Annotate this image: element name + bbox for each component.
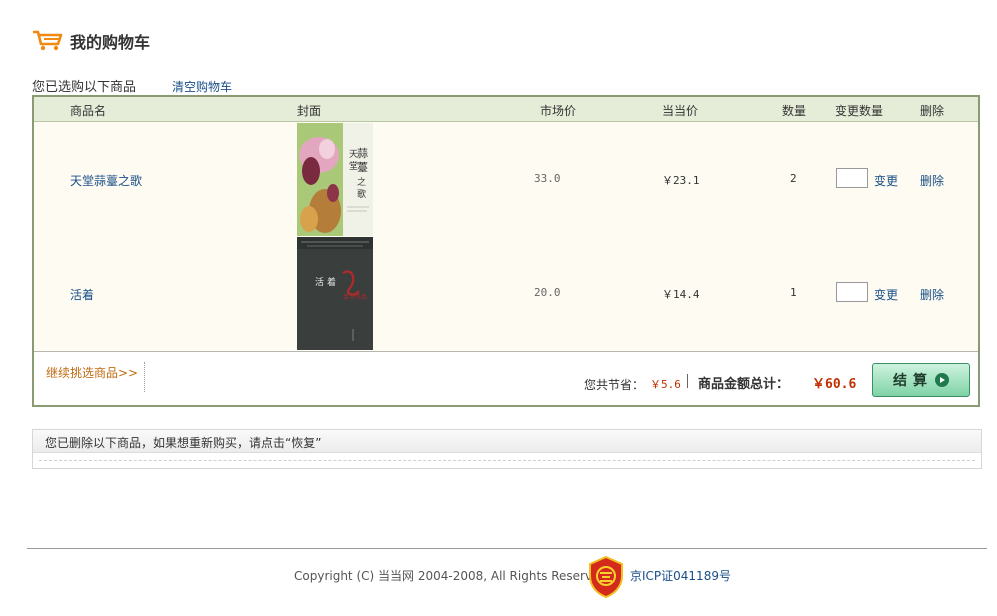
svg-text:余华作品: 余华作品 [343, 293, 367, 301]
cart-items: 天堂蒜薹之歌 天 堂 蒜 薹 之 歌 33.0 ￥23.1 2 变更 删除 活着… [34, 122, 978, 350]
quantity-input[interactable] [836, 282, 868, 302]
savings-label: 您共节省： [584, 378, 645, 392]
checkout-label: 结算 [893, 373, 933, 389]
dashed-divider [39, 460, 975, 461]
checkout-button[interactable]: 结算 [872, 363, 970, 397]
delete-item-link[interactable]: 删除 [920, 172, 944, 189]
svg-text:着: 着 [327, 276, 336, 288]
market-price: 20.0 [534, 286, 561, 299]
selected-items-label: 您已选购以下商品 [32, 80, 137, 95]
total-label: 商品金额总计： [698, 377, 790, 392]
deleted-items-message: 您已删除以下商品，如果想重新购买，请点击“恢复” [45, 436, 322, 450]
shopping-cart-icon [32, 28, 64, 55]
copyright-text: Copyright (C) 当当网 2004-2008, All Rights … [294, 569, 608, 583]
page-header: 我的购物车 [32, 28, 150, 54]
quantity: 1 [790, 286, 797, 299]
svg-text:歌: 歌 [357, 188, 366, 200]
dangdang-price: ￥23.1 [662, 174, 700, 187]
book-cover-image[interactable]: 天 堂 蒜 薹 之 歌 [297, 123, 373, 236]
dangdang-price: ￥14.4 [662, 288, 700, 301]
icp-license-link[interactable]: 京ICP证041189号 [630, 567, 731, 584]
column-header-delete: 删除 [920, 104, 945, 118]
change-quantity-link[interactable]: 变更 [874, 172, 898, 189]
quantity-input[interactable] [836, 168, 868, 188]
svg-text:之: 之 [357, 176, 366, 188]
play-arrow-icon [935, 373, 949, 387]
change-quantity-link[interactable]: 变更 [874, 286, 898, 303]
dotted-separator [144, 362, 145, 392]
column-header-name: 商品名 [70, 104, 107, 118]
svg-text:活: 活 [315, 276, 324, 288]
product-name-link[interactable]: 活着 [70, 286, 94, 303]
book-cover-image[interactable]: 活 着 余华作品 [297, 237, 373, 350]
column-header-cover: 封面 [297, 104, 322, 118]
market-price: 33.0 [534, 172, 561, 185]
column-header-dangdang-price: 当当价 [662, 104, 699, 118]
delete-item-link[interactable]: 删除 [920, 286, 944, 303]
table-row: 活着 活 着 余华作品 20.0 ￥14.4 1 变更 删除 [34, 236, 978, 350]
column-header-quantity: 数量 [782, 104, 807, 118]
footer-divider [27, 548, 987, 549]
clear-cart-link[interactable]: 清空购物车 [172, 78, 232, 95]
page-title: 我的购物车 [70, 33, 151, 52]
summary-separator [687, 374, 688, 388]
continue-shopping-link[interactable]: 继续挑选商品>> [46, 364, 138, 381]
svg-text:薹: 薹 [357, 160, 368, 174]
savings-value: ￥5.6 [650, 378, 681, 391]
table-row: 天堂蒜薹之歌 天 堂 蒜 薹 之 歌 33.0 ￥23.1 2 变更 删除 [34, 122, 978, 236]
product-name-link[interactable]: 天堂蒜薹之歌 [70, 172, 142, 189]
quantity: 2 [790, 172, 797, 185]
deleted-items-header: 您已删除以下商品，如果想重新购买，请点击“恢复” [33, 430, 981, 453]
deleted-items-box: 您已删除以下商品，如果想重新购买，请点击“恢复” [32, 429, 982, 469]
column-header-market-price: 市场价 [540, 104, 577, 118]
table-header: 商品名 封面 市场价 当当价 数量 变更数量 删除 [34, 97, 978, 122]
total-value: ￥60.6 [812, 377, 857, 392]
security-badge-icon[interactable] [588, 555, 624, 599]
cart-table: 商品名 封面 市场价 当当价 数量 变更数量 删除 天堂蒜薹之歌 天 堂 蒜 薹… [32, 95, 980, 407]
svg-text:蒜: 蒜 [357, 147, 368, 160]
column-header-change-quantity: 变更数量 [835, 104, 884, 118]
table-divider [34, 351, 978, 352]
